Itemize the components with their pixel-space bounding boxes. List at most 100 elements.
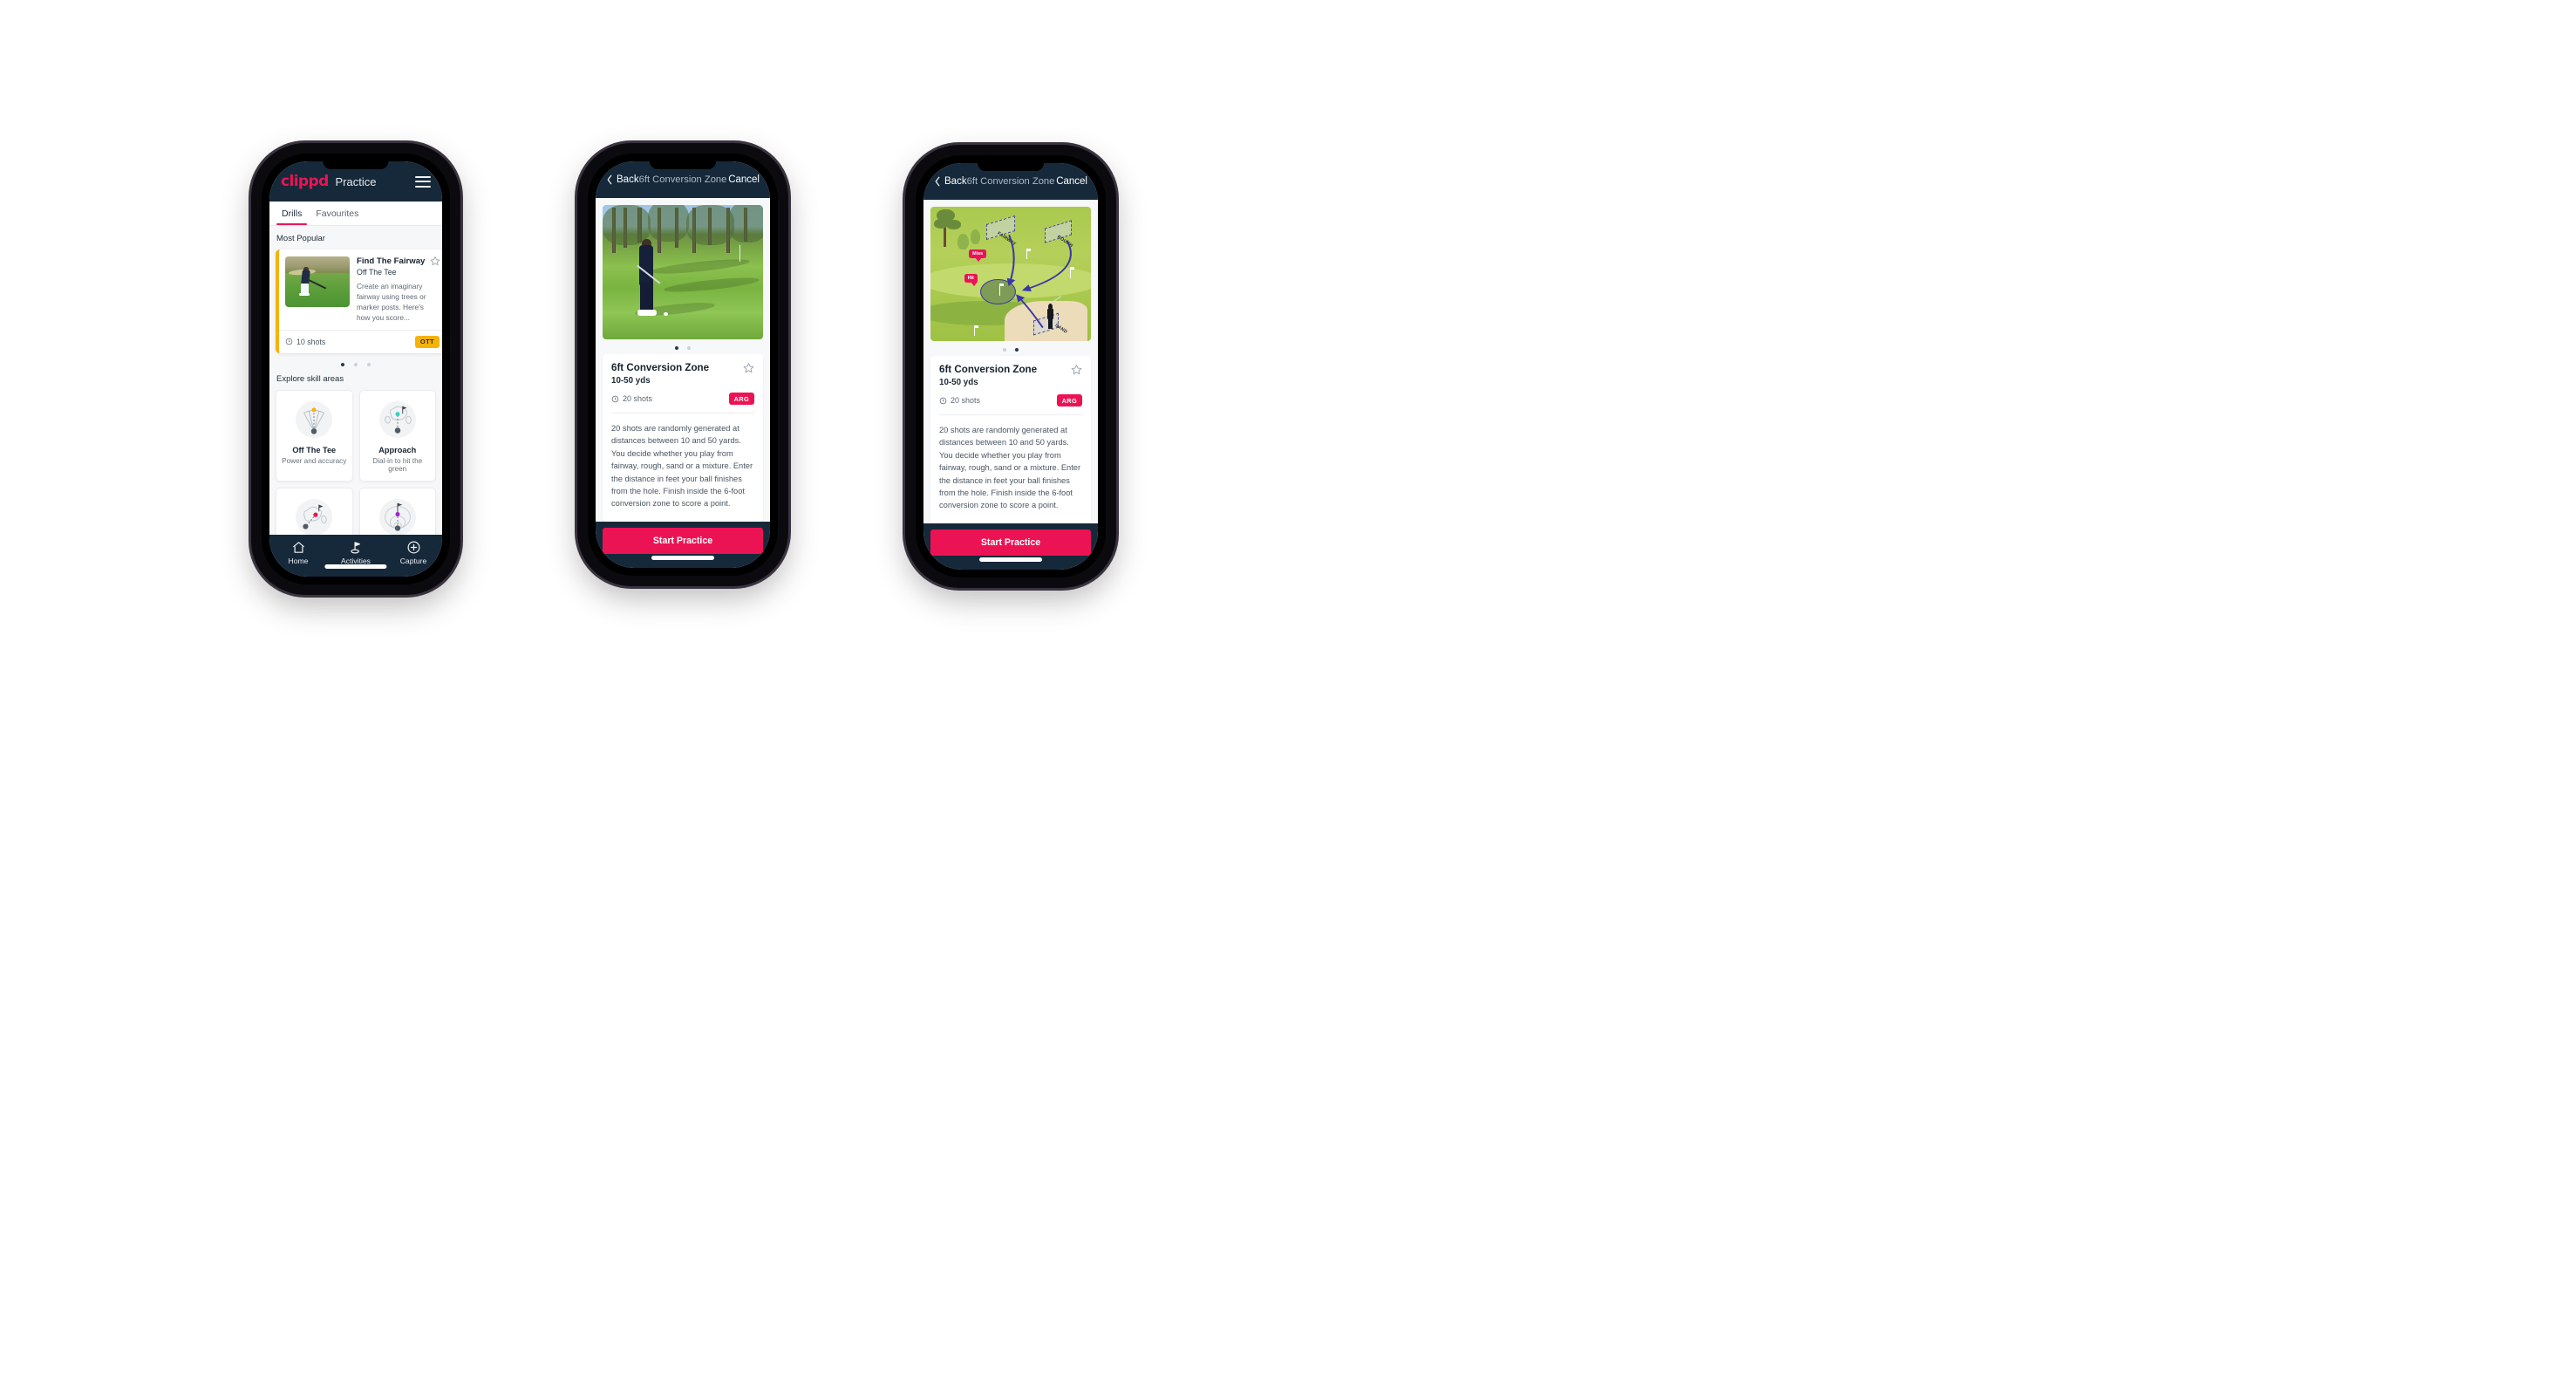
practice-scroll-area[interactable]: Most Popular Find The Fairway Off The Te… [269, 226, 442, 535]
hero-dot[interactable] [687, 346, 691, 350]
star-outline-icon[interactable] [430, 256, 440, 266]
clock-icon [285, 338, 293, 345]
marker-miss: Miss [969, 249, 987, 263]
cancel-button[interactable]: Cancel [728, 174, 760, 185]
nav-label: Home [288, 557, 309, 565]
drill-card-top: Find The Fairway Off The Tee Create an i… [279, 249, 442, 330]
drill-meta-row: 20 shots ARG [939, 394, 1082, 407]
skill-card-approach[interactable]: Approach Dial-in to hit the green [358, 389, 436, 482]
nav-label: Capture [399, 557, 427, 565]
star-outline-icon[interactable] [743, 362, 754, 373]
hero-dots[interactable] [923, 341, 1098, 356]
drill-description: Create an imaginary fairway using trees … [357, 281, 426, 322]
drill-skill-badge: ARG [1056, 394, 1082, 407]
most-popular-heading: Most Popular [276, 234, 325, 243]
cancel-button[interactable]: Cancel [1056, 176, 1087, 187]
skill-title: Approach [378, 445, 417, 454]
start-practice-button[interactable]: Start Practice [930, 530, 1091, 556]
hamburger-menu-icon[interactable] [415, 175, 431, 188]
drill-hero-illustration[interactable]: FAIRWAY ROUGH SAND Miss Hit [930, 207, 1091, 341]
putting-rings-icon [378, 497, 418, 535]
phone-bezel: Back 6ft Conversion Zone Cancel [588, 154, 778, 576]
carousel-dot[interactable] [367, 362, 371, 366]
nav-item-home[interactable]: Home [269, 540, 327, 565]
start-practice-button[interactable]: Start Practice [603, 528, 763, 554]
detail-body: FAIRWAY ROUGH SAND Miss Hit 6ft Conversi… [923, 200, 1098, 523]
phone-mockup-practice-list: clippd Practice Drills Favourites Most P… [251, 143, 460, 595]
phone-mockup-drill-detail-photo: Back 6ft Conversion Zone Cancel 6ft Conv… [577, 143, 788, 586]
phone-notch [978, 163, 1044, 171]
home-indicator [324, 564, 387, 569]
drill-shots-label: 20 shots [623, 394, 653, 403]
clippd-logo[interactable]: clippd [281, 173, 329, 190]
bottom-navigation: Home Activities Capture [269, 535, 442, 577]
drill-skill-badge: OTT [414, 335, 440, 348]
chevron-left-icon [935, 176, 940, 187]
phone-notch [323, 161, 389, 169]
hero-wrapper: FAIRWAY ROUGH SAND Miss Hit [923, 200, 1098, 341]
approach-green-icon [378, 400, 418, 440]
shot-path-arrows [1006, 235, 1072, 329]
home-indicator [979, 557, 1042, 562]
drill-thumbnail [285, 256, 350, 307]
phone-notch [650, 161, 716, 169]
phone-bezel: Back 6ft Conversion Zone Cancel [916, 155, 1106, 577]
star-outline-icon[interactable] [1071, 364, 1082, 375]
drill-skill-badge: ARG [728, 393, 754, 405]
phone-mockup-drill-detail-illustration: Back 6ft Conversion Zone Cancel FAIRWAY … [905, 145, 1116, 588]
drill-hero-photo[interactable] [603, 205, 763, 339]
drill-shots: 20 shots [939, 396, 980, 405]
home-indicator [651, 556, 714, 560]
hero-dot[interactable] [675, 346, 678, 350]
drill-shots-label: 20 shots [951, 396, 981, 405]
drill-detail-title: 6ft Conversion Zone [611, 362, 710, 373]
skill-card-around-the-green[interactable]: Around The Green Hone your short game [276, 487, 353, 535]
drill-meta-row: 20 shots ARG [611, 393, 754, 405]
drill-description: 20 shots are randomly generated at dista… [939, 426, 1081, 510]
phone2-screen: Back 6ft Conversion Zone Cancel 6ft Conv… [596, 161, 770, 568]
detail-body: 6ft Conversion Zone 10-50 yds 20 shots A… [596, 198, 770, 522]
nav-item-activities[interactable]: Activities [327, 540, 385, 565]
back-button[interactable]: Back [934, 176, 967, 187]
drill-detail-title: 6ft Conversion Zone [939, 364, 1038, 375]
tab-drills[interactable]: Drills [275, 202, 309, 225]
drill-shots-label: 10 shots [296, 337, 326, 346]
drill-card[interactable]: Find The Fairway Off The Tee Create an i… [276, 249, 442, 353]
phone3-screen: Back 6ft Conversion Zone Cancel FAIRWAY … [923, 163, 1098, 570]
nav-item-capture[interactable]: Capture [385, 540, 442, 565]
explore-skill-areas-heading: Explore skill areas [276, 373, 344, 384]
drill-distance: 10-50 yds [939, 378, 978, 387]
tab-favourites[interactable]: Favourites [309, 202, 365, 225]
drill-detail-card: 6ft Conversion Zone 10-50 yds 20 shots A… [603, 354, 763, 522]
back-label: Back [617, 174, 639, 185]
tee-shot-dispersion-icon [294, 400, 334, 440]
back-label: Back [944, 176, 967, 187]
screenshot-stage: clippd Practice Drills Favourites Most P… [0, 0, 2576, 1387]
carousel-dot[interactable] [354, 362, 358, 366]
hero-dot[interactable] [1015, 348, 1019, 352]
cta-footer: Start Practice [596, 522, 770, 568]
tab-bar: Drills Favourites [269, 202, 442, 226]
hero-dot[interactable] [1003, 348, 1006, 352]
carousel-dot[interactable] [341, 362, 344, 366]
back-button[interactable]: Back [606, 174, 639, 185]
most-popular-carousel[interactable]: Find The Fairway Off The Tee Create an i… [276, 249, 442, 353]
drill-shots: 20 shots [611, 394, 652, 403]
drill-detail-card: 6ft Conversion Zone 10-50 yds 20 shots A… [930, 356, 1091, 523]
drill-category: Off The Tee [357, 267, 397, 277]
carousel-dots[interactable] [276, 362, 436, 366]
hero-dots[interactable] [596, 339, 770, 354]
cta-footer: Start Practice [923, 523, 1098, 570]
skill-desc: Dial-in to hit the green [372, 456, 423, 473]
golf-flag-icon [350, 542, 360, 554]
chevron-left-icon [607, 174, 612, 185]
phone1-screen: clippd Practice Drills Favourites Most P… [269, 161, 442, 577]
divider [939, 414, 1082, 415]
drill-title: Find The Fairway [357, 256, 426, 266]
home-icon [292, 542, 304, 553]
skill-card-putting[interactable]: Putting Make and lag practice [358, 487, 436, 535]
drill-card-meta: Find The Fairway Off The Tee Create an i… [357, 256, 440, 324]
skill-card-off-the-tee[interactable]: Off The Tee Power and accuracy [276, 389, 353, 482]
plus-circle-icon [407, 541, 419, 554]
hero-wrapper [596, 198, 770, 339]
